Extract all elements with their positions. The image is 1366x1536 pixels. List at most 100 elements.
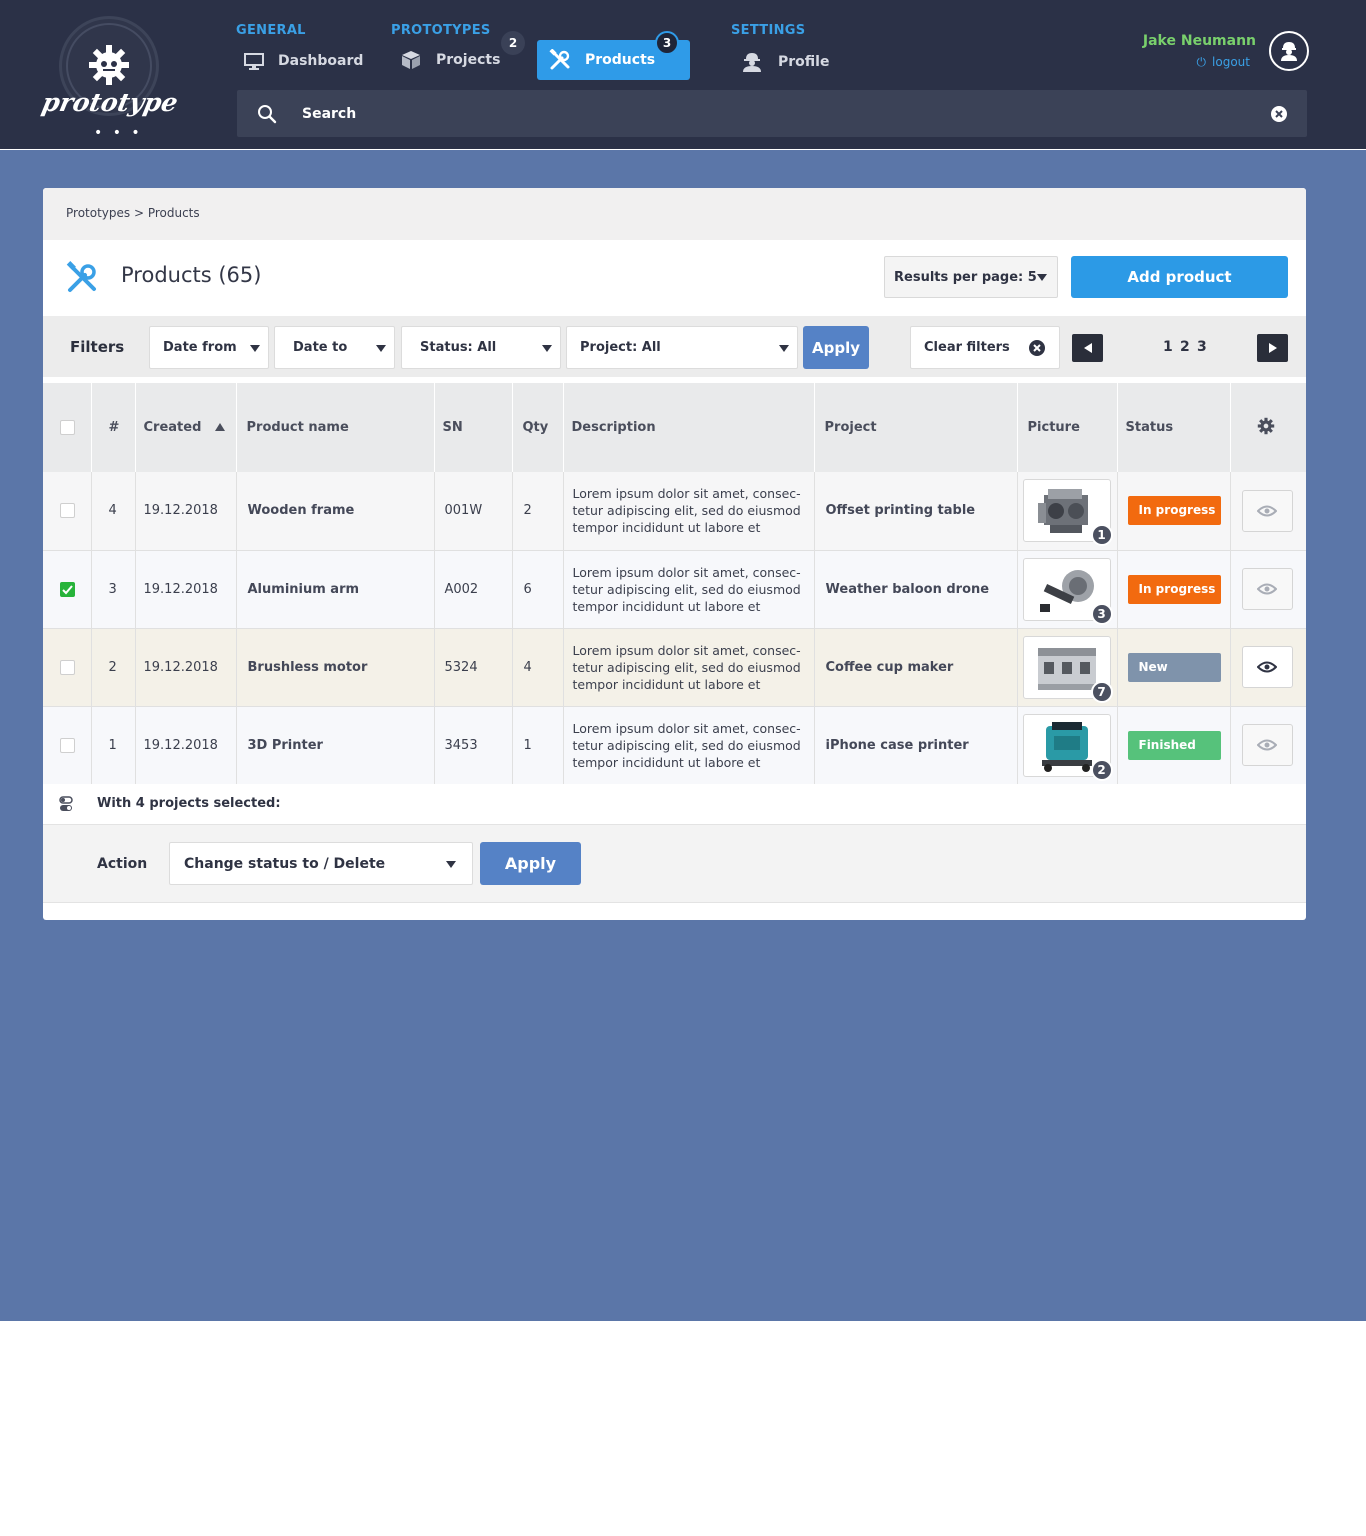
column-header-project[interactable]: Project bbox=[814, 383, 1018, 472]
column-header-picture: Picture bbox=[1017, 383, 1118, 472]
eye-icon bbox=[1257, 505, 1277, 517]
select-all-checkbox[interactable] bbox=[60, 420, 75, 435]
breadcrumb-bar: Prototypes > Products bbox=[43, 188, 1306, 240]
row-created: 19.12.2018 bbox=[135, 628, 237, 707]
table-row[interactable]: 4 19.12.2018 Wooden frame 001W 2 Lorem i… bbox=[43, 472, 1306, 551]
row-project[interactable]: iPhone case printer bbox=[814, 706, 1018, 785]
row-checkbox[interactable] bbox=[60, 503, 75, 519]
row-checkbox-checked[interactable] bbox=[60, 581, 75, 597]
nav-item-dashboard[interactable]: Dashboard bbox=[244, 41, 363, 81]
date-from-select[interactable]: Date from bbox=[149, 326, 269, 369]
bulk-apply-button[interactable]: Apply bbox=[480, 842, 581, 885]
column-settings-cell bbox=[1230, 383, 1306, 472]
table-row[interactable]: 3 19.12.2018 Aluminium arm A002 6 Lorem … bbox=[43, 550, 1306, 629]
row-view-cell bbox=[1230, 472, 1306, 551]
date-to-label: Date to bbox=[293, 340, 348, 355]
gear-icon[interactable] bbox=[1257, 417, 1275, 435]
product-thumbnail[interactable]: 1 bbox=[1022, 479, 1113, 547]
clear-search-icon[interactable] bbox=[1271, 106, 1287, 122]
table-row[interactable]: 2 19.12.2018 Brushless motor 5324 4 Lore… bbox=[43, 628, 1306, 707]
table-row[interactable]: 1 19.12.2018 3D Printer 3453 1 Lorem ips… bbox=[43, 706, 1306, 785]
apply-filters-button[interactable]: Apply bbox=[803, 326, 869, 369]
project-filter-select[interactable]: Project: All bbox=[566, 326, 798, 369]
tools-icon bbox=[549, 49, 570, 70]
coffee-machine-image bbox=[1037, 647, 1096, 690]
row-product-name[interactable]: Wooden frame bbox=[236, 472, 435, 551]
row-qty: 1 bbox=[512, 706, 564, 785]
view-button[interactable] bbox=[1241, 724, 1293, 766]
eye-icon bbox=[1257, 661, 1277, 673]
search-input[interactable] bbox=[302, 103, 1202, 125]
picture-count-badge: 3 bbox=[1090, 602, 1113, 625]
products-panel: Prototypes > Products Products (65) Resu… bbox=[43, 188, 1306, 920]
nav-item-projects[interactable]: Projects bbox=[400, 40, 500, 80]
product-thumbnail[interactable]: 3 bbox=[1022, 557, 1113, 625]
row-sn: A002 bbox=[434, 550, 513, 629]
status-badge: In progress bbox=[1127, 496, 1221, 526]
row-description: Lorem ipsum dolor sit amet, consec-tetur… bbox=[563, 628, 815, 707]
date-to-select[interactable]: Date to bbox=[274, 326, 395, 369]
row-qty: 2 bbox=[512, 472, 564, 551]
column-header-created[interactable]: Created bbox=[135, 383, 237, 472]
nav-item-profile-label: Profile bbox=[778, 54, 830, 70]
nav-group-general: GENERAL bbox=[236, 23, 306, 38]
page-link-1[interactable]: 1 bbox=[1163, 339, 1173, 355]
view-button[interactable] bbox=[1241, 489, 1293, 532]
nav-item-products-label: Products bbox=[585, 52, 656, 68]
column-header-description[interactable]: Description bbox=[563, 383, 815, 472]
column-header-id[interactable]: # bbox=[91, 383, 136, 472]
row-picture-cell: 2 bbox=[1017, 706, 1118, 785]
product-thumbnail[interactable]: 7 bbox=[1022, 635, 1113, 703]
filters-label: Filters bbox=[70, 338, 125, 356]
column-header-qty[interactable]: Qty bbox=[512, 383, 564, 472]
view-button[interactable] bbox=[1241, 646, 1293, 688]
selection-summary: With 4 projects selected: bbox=[97, 796, 281, 811]
avatar[interactable] bbox=[1269, 31, 1309, 71]
row-product-name[interactable]: Aluminium arm bbox=[236, 550, 435, 629]
view-button[interactable] bbox=[1241, 568, 1293, 610]
select-all-cell bbox=[43, 383, 92, 472]
status-filter-label: Status: All bbox=[420, 340, 497, 355]
projects-count-badge: 2 bbox=[501, 31, 525, 55]
row-project[interactable]: Coffee cup maker bbox=[814, 628, 1018, 707]
chevron-down-icon bbox=[250, 345, 260, 352]
picture-count-badge: 2 bbox=[1090, 758, 1113, 781]
column-header-product-name[interactable]: Product name bbox=[236, 383, 435, 472]
column-header-status[interactable]: Status bbox=[1117, 383, 1231, 472]
row-sn: 001W bbox=[434, 472, 513, 551]
row-qty: 6 bbox=[512, 550, 564, 629]
bulk-action-select-label: Change status to / Delete bbox=[184, 855, 386, 872]
next-page-button[interactable] bbox=[1257, 334, 1288, 362]
column-header-sn[interactable]: SN bbox=[434, 383, 513, 472]
row-checkbox[interactable] bbox=[60, 659, 75, 675]
search-bar bbox=[237, 90, 1307, 137]
page-link-3[interactable]: 3 bbox=[1197, 339, 1207, 355]
search-icon[interactable] bbox=[257, 104, 277, 124]
arrow-left-icon bbox=[1083, 343, 1092, 353]
row-product-name[interactable]: Brushless motor bbox=[236, 628, 435, 707]
nav-item-projects-label: Projects bbox=[436, 52, 501, 68]
column-header-created-label: Created bbox=[143, 420, 202, 435]
results-per-page-select[interactable]: Results per page: 5 bbox=[884, 256, 1058, 298]
row-project[interactable]: Offset printing table bbox=[814, 472, 1018, 551]
picture-count-badge: 1 bbox=[1090, 524, 1113, 547]
product-thumbnail[interactable]: 2 bbox=[1022, 713, 1113, 781]
logout-link[interactable]: ⏻ logout bbox=[1150, 55, 1250, 70]
row-sn: 3453 bbox=[434, 706, 513, 785]
nav-item-profile[interactable]: Profile bbox=[740, 42, 829, 82]
row-checkbox[interactable] bbox=[60, 737, 75, 753]
row-select-cell bbox=[43, 706, 92, 785]
row-description: Lorem ipsum dolor sit amet, consec-tetur… bbox=[563, 706, 815, 785]
row-project[interactable]: Weather baloon drone bbox=[814, 550, 1018, 629]
page-link-2[interactable]: 2 bbox=[1180, 339, 1190, 355]
status-filter-select[interactable]: Status: All bbox=[401, 326, 561, 369]
row-product-name[interactable]: 3D Printer bbox=[236, 706, 435, 785]
prev-page-button[interactable] bbox=[1072, 334, 1103, 362]
bulk-action-select[interactable]: Change status to / Delete bbox=[169, 842, 473, 885]
row-select-cell bbox=[43, 472, 92, 551]
add-product-button[interactable]: Add product bbox=[1071, 256, 1288, 298]
row-created: 19.12.2018 bbox=[135, 706, 237, 785]
nav-item-dashboard-label: Dashboard bbox=[278, 53, 364, 69]
row-sn: 5324 bbox=[434, 628, 513, 707]
clear-filters-button[interactable]: Clear filters bbox=[910, 326, 1060, 369]
